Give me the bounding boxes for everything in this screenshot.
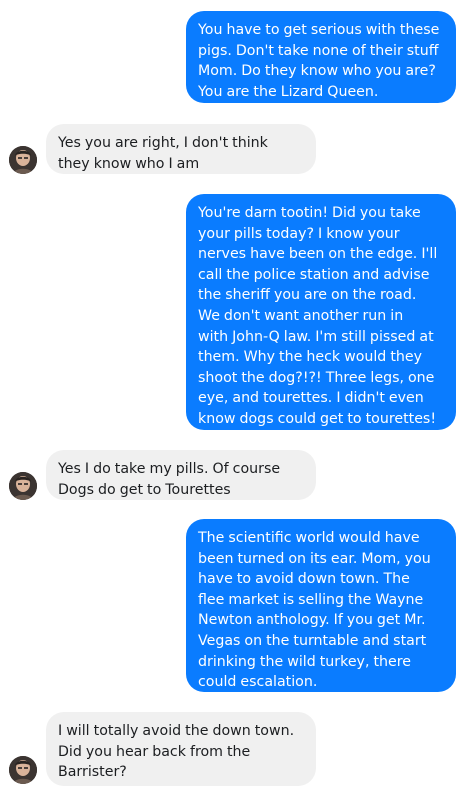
message-bubble-outgoing[interactable]: You have to get serious with these pigs.… <box>186 11 456 103</box>
contact-avatar[interactable] <box>9 472 37 500</box>
avatar-photo-icon <box>9 756 37 784</box>
contact-avatar[interactable] <box>9 146 37 174</box>
message-thread: You have to get serious with these pigs.… <box>0 0 475 801</box>
avatar-photo-icon <box>9 146 37 174</box>
message-bubble-incoming[interactable]: Yes you are right, I don't think they kn… <box>46 124 316 174</box>
message-bubble-outgoing[interactable]: The scientific world would have been tur… <box>186 519 456 692</box>
message-bubble-incoming[interactable]: I will totally avoid the down town. Did … <box>46 712 316 786</box>
contact-avatar[interactable] <box>9 756 37 784</box>
avatar-photo-icon <box>9 472 37 500</box>
message-bubble-incoming[interactable]: Yes I do take my pills. Of course Dogs d… <box>46 450 316 500</box>
message-bubble-outgoing[interactable]: You're darn tootin! Did you take your pi… <box>186 194 456 430</box>
